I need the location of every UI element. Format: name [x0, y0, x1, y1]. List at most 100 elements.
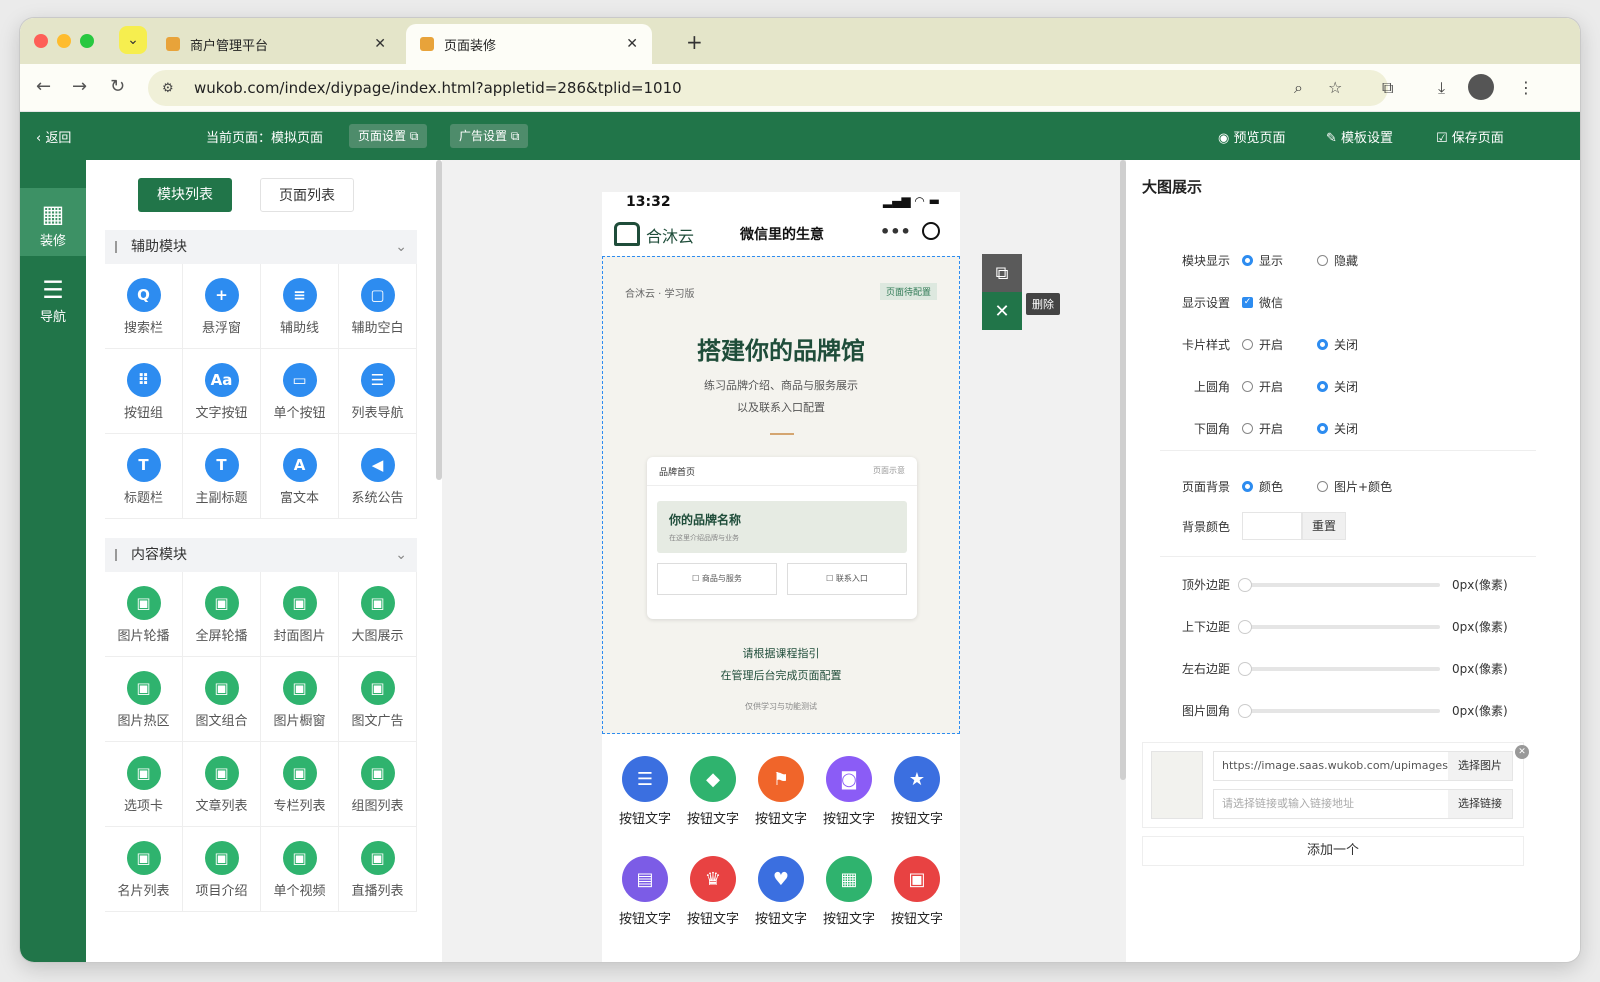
- module-item[interactable]: ▣ 名片列表: [105, 827, 183, 912]
- save-page-button[interactable]: ☑ 保存页面: [1436, 127, 1504, 146]
- card-button-contact[interactable]: ☐ 联系入口: [787, 563, 907, 595]
- image-thumbnail[interactable]: [1151, 751, 1203, 819]
- radio-on[interactable]: 开启: [1242, 378, 1283, 395]
- profile-avatar[interactable]: [1468, 74, 1494, 100]
- module-item[interactable]: ▣ 图文组合: [183, 657, 261, 742]
- preview-button[interactable]: ▤ 按钮文字: [611, 846, 679, 932]
- module-item[interactable]: ▣ 图文广告: [339, 657, 417, 742]
- minimize-window-button[interactable]: [57, 34, 71, 48]
- top-margin-slider[interactable]: [1238, 577, 1440, 592]
- preview-button[interactable]: ★ 按钮文字: [883, 746, 951, 832]
- radio-on[interactable]: 开启: [1242, 420, 1283, 437]
- tb-margin-slider[interactable]: [1238, 619, 1440, 634]
- module-item[interactable]: ▣ 专栏列表: [261, 742, 339, 827]
- delete-module-button[interactable]: ✕: [982, 292, 1022, 330]
- page-settings-button[interactable]: 页面设置 ⧉: [349, 124, 428, 148]
- image-url-field[interactable]: https://image.saas.wukob.com/upimages/ 选…: [1213, 751, 1513, 781]
- tab-decorate[interactable]: 页面装修 ✕: [406, 24, 652, 64]
- module-item[interactable]: ☰ 列表导航: [339, 349, 417, 434]
- card-button-products[interactable]: ☐ 商品与服务: [657, 563, 777, 595]
- tab-search-button[interactable]: ⌄: [119, 26, 147, 54]
- module-item[interactable]: ▣ 直播列表: [339, 827, 417, 912]
- tab-page-list[interactable]: 页面列表: [260, 178, 354, 212]
- zoom-icon[interactable]: ⌕: [1294, 78, 1303, 98]
- module-item[interactable]: ▣ 图片橱窗: [261, 657, 339, 742]
- section-aux-modules[interactable]: 辅助模块 ⌄: [105, 230, 417, 264]
- reset-button[interactable]: 重置: [1302, 512, 1346, 540]
- more-menu-icon[interactable]: ⋮: [1518, 78, 1534, 97]
- close-window-button[interactable]: [34, 34, 48, 48]
- section-content-modules[interactable]: 内容模块 ⌄: [105, 538, 417, 572]
- remove-item-icon[interactable]: ✕: [1515, 745, 1529, 759]
- preview-button[interactable]: ◉ 预览页面: [1218, 127, 1286, 146]
- radio-color[interactable]: 颜色: [1242, 478, 1283, 495]
- module-item[interactable]: ▣ 图片热区: [105, 657, 183, 742]
- copy-module-button[interactable]: ⧉: [982, 254, 1022, 292]
- radio-off[interactable]: 关闭: [1317, 378, 1358, 395]
- choose-image-button[interactable]: 选择图片: [1448, 752, 1512, 780]
- module-item[interactable]: ▣ 图片轮播: [105, 572, 183, 657]
- img-radius-slider[interactable]: [1238, 703, 1440, 718]
- module-item[interactable]: ▣ 项目介绍: [183, 827, 261, 912]
- rail-item-decorate[interactable]: ▦ 装修: [20, 188, 86, 256]
- new-tab-button[interactable]: +: [686, 30, 703, 54]
- module-item[interactable]: ▣ 组图列表: [339, 742, 417, 827]
- address-bar[interactable]: ⚙ wukob.com/index/diypage/index.html?app…: [148, 70, 1388, 106]
- rail-item-navigation[interactable]: ☰ 导航: [20, 264, 86, 332]
- slider-knob[interactable]: [1238, 661, 1252, 676]
- download-icon[interactable]: ⤓: [1438, 78, 1445, 98]
- preview-button[interactable]: ◆ 按钮文字: [679, 746, 747, 832]
- back-button[interactable]: ‹ 返回: [36, 127, 71, 146]
- module-item[interactable]: ▣ 选项卡: [105, 742, 183, 827]
- preview-button[interactable]: ◙ 按钮文字: [815, 746, 883, 832]
- tab-module-list[interactable]: 模块列表: [138, 178, 232, 212]
- radio-hide[interactable]: 隐藏: [1317, 252, 1358, 269]
- add-item-button[interactable]: 添加一个: [1142, 836, 1524, 866]
- site-settings-icon[interactable]: ⚙: [162, 81, 184, 96]
- module-item[interactable]: ▭ 单个按钮: [261, 349, 339, 434]
- checkbox-wechat[interactable]: ✓ 微信: [1242, 294, 1283, 311]
- tab-merchant[interactable]: 商户管理平台 ✕: [152, 24, 400, 64]
- link-field[interactable]: 请选择链接或输入链接地址 选择链接: [1213, 789, 1513, 819]
- more-dots-icon[interactable]: •••: [880, 222, 911, 241]
- radio-off[interactable]: 关闭: [1317, 336, 1358, 353]
- module-item[interactable]: T 标题栏: [105, 434, 183, 519]
- module-item[interactable]: ▣ 封面图片: [261, 572, 339, 657]
- radio-off[interactable]: 关闭: [1317, 420, 1358, 437]
- slider-knob[interactable]: [1238, 577, 1252, 592]
- module-item[interactable]: ⠿ 按钮组: [105, 349, 183, 434]
- chevron-down-icon[interactable]: ⌄: [395, 538, 407, 572]
- module-item[interactable]: ◀ 系统公告: [339, 434, 417, 519]
- preview-button[interactable]: ☰ 按钮文字: [611, 746, 679, 832]
- module-item[interactable]: ▣ 单个视频: [261, 827, 339, 912]
- chevron-down-icon[interactable]: ⌄: [395, 230, 407, 264]
- choose-link-button[interactable]: 选择链接: [1448, 790, 1512, 818]
- module-item[interactable]: ≡ 辅助线: [261, 264, 339, 349]
- preview-button[interactable]: ⚑ 按钮文字: [747, 746, 815, 832]
- module-item[interactable]: Aa 文字按钮: [183, 349, 261, 434]
- preview-button[interactable]: ▦ 按钮文字: [815, 846, 883, 932]
- maximize-window-button[interactable]: [80, 34, 94, 48]
- hero-block[interactable]: 合沐云 · 学习版 页面待配置 搭建你的品牌馆 练习品牌介绍、商品与服务展示 以…: [602, 256, 960, 734]
- module-item[interactable]: ▣ 大图展示: [339, 572, 417, 657]
- bg-color-picker[interactable]: [1242, 512, 1302, 540]
- extensions-icon[interactable]: ⧉: [1382, 78, 1393, 98]
- bookmark-star-icon[interactable]: ☆: [1328, 78, 1342, 97]
- template-settings-button[interactable]: ✎ 模板设置: [1326, 127, 1393, 146]
- back-arrow-icon[interactable]: ←: [36, 76, 51, 97]
- lr-margin-slider[interactable]: [1238, 661, 1440, 676]
- module-item[interactable]: ▣ 全屏轮播: [183, 572, 261, 657]
- slider-knob[interactable]: [1238, 703, 1252, 718]
- module-item[interactable]: Q 搜索栏: [105, 264, 183, 349]
- close-tab-icon[interactable]: ✕: [626, 36, 638, 52]
- module-item[interactable]: ▣ 文章列表: [183, 742, 261, 827]
- preview-button[interactable]: ▣ 按钮文字: [883, 846, 951, 932]
- preview-button[interactable]: ♛ 按钮文字: [679, 846, 747, 932]
- forward-arrow-icon[interactable]: →: [72, 76, 87, 97]
- radio-on[interactable]: 开启: [1242, 336, 1283, 353]
- radio-image-color[interactable]: 图片+颜色: [1317, 478, 1392, 495]
- module-item[interactable]: + 悬浮窗: [183, 264, 261, 349]
- close-capsule-icon[interactable]: [922, 222, 940, 240]
- slider-knob[interactable]: [1238, 619, 1252, 634]
- reload-icon[interactable]: ↻: [110, 76, 125, 97]
